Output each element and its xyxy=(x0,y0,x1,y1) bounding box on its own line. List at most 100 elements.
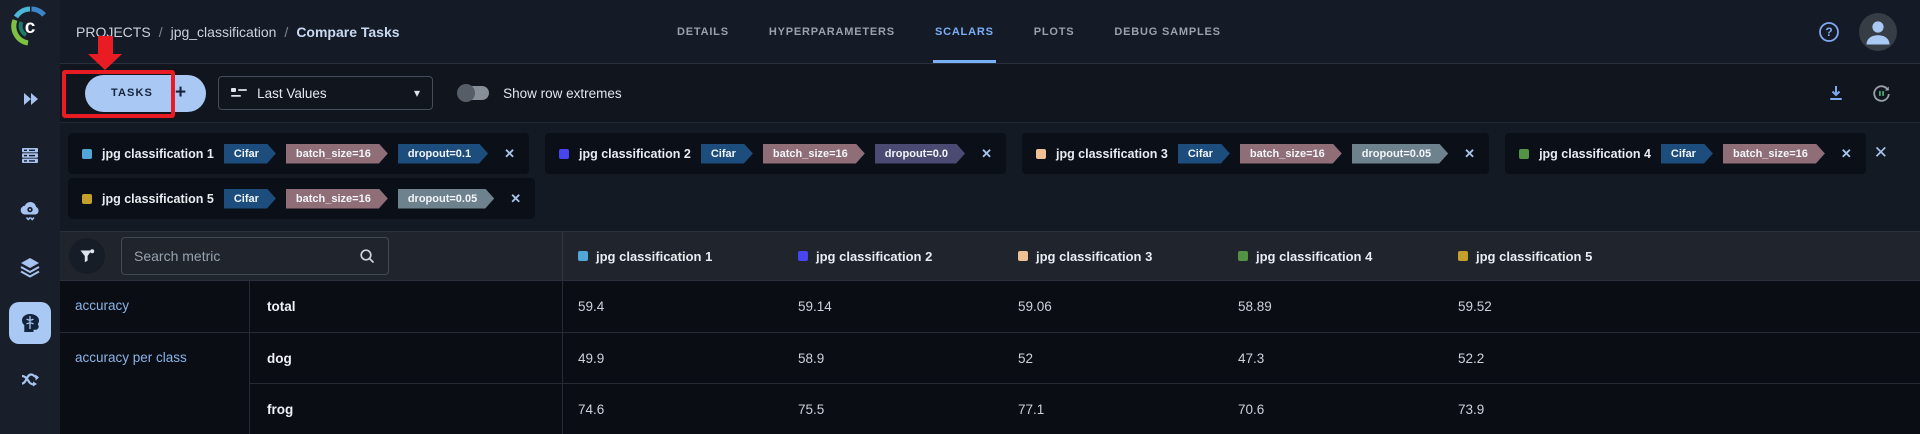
breadcrumb-separator: / xyxy=(284,24,288,40)
variant-cell: total xyxy=(250,281,563,332)
value-cell: 59.52 xyxy=(1443,281,1663,332)
task-chip-card[interactable]: jpg classification 1Cifarbatch_size=16dr… xyxy=(68,133,529,174)
task-name: jpg classification 2 xyxy=(579,147,691,161)
profile-avatar-icon[interactable] xyxy=(1858,12,1898,52)
task-name: jpg classification 3 xyxy=(1056,147,1168,161)
task-tag: dropout=0.05 xyxy=(1352,144,1448,164)
task-tag: Cifar xyxy=(224,144,276,164)
close-all-icon[interactable]: ✕ xyxy=(1874,143,1888,163)
tab-plots[interactable]: PLOTS xyxy=(1032,0,1077,63)
row-filler xyxy=(1663,332,1920,383)
remove-task-icon[interactable]: ✕ xyxy=(1464,146,1475,162)
task-chip-card[interactable]: jpg classification 3 Cifar batch_size=16 dr… xyxy=(1022,133,1489,174)
task-color-swatch xyxy=(559,149,569,159)
breadcrumb-item[interactable]: PROJECTS xyxy=(76,24,151,40)
filter-button[interactable] xyxy=(69,238,105,274)
task-chip-card[interactable]: jpg classification 4Cifarbatch_size=16✕ xyxy=(1505,133,1866,174)
values-mode-value: Last Values xyxy=(257,86,414,101)
values-mode-dropdown[interactable]: Last Values ▾ xyxy=(218,76,433,110)
sidebar-item-datasets[interactable] xyxy=(9,246,51,288)
autoscaler-cloud-gear-icon xyxy=(18,200,42,222)
search-metric-input[interactable] xyxy=(134,248,359,264)
toolbar: TASKS + Last Values ▾ Show row extremes xyxy=(60,64,1920,123)
value-cell: 74.6 xyxy=(563,383,783,434)
sidebar-item-getting-started[interactable] xyxy=(9,78,51,120)
search-metric-field[interactable] xyxy=(121,237,389,275)
task-color-swatch xyxy=(1458,251,1468,261)
remove-task-icon[interactable]: ✕ xyxy=(981,146,992,162)
task-chip-row: jpg classification 5Cifarbatch_size=16dr… xyxy=(68,178,1920,219)
task-tag: Cifar xyxy=(1178,144,1230,164)
filter-funnel-icon xyxy=(79,248,95,264)
value-cell: 59.4 xyxy=(563,281,783,332)
task-tag: batch_size=16 xyxy=(763,144,865,164)
task-chip-card[interactable]: jpg classification 5Cifarbatch_size=16dr… xyxy=(68,178,535,219)
sidebar-item-pipelines[interactable] xyxy=(9,358,51,400)
metric-link[interactable]: accuracy xyxy=(60,281,250,332)
download-icon[interactable] xyxy=(1827,84,1845,102)
row-filler xyxy=(1663,383,1920,434)
task-color-swatch xyxy=(578,251,588,261)
sidebar-item-autoscalers[interactable] xyxy=(9,190,51,232)
sidebar-item-workers-queues[interactable] xyxy=(9,134,51,176)
row-filler xyxy=(1663,281,1920,332)
search-icon xyxy=(359,248,376,265)
task-tag: dropout=0.05 xyxy=(398,189,494,209)
variant-cell: dog xyxy=(250,332,563,383)
task-chips: jpg classification 1Cifarbatch_size=16dr… xyxy=(68,133,1920,219)
help-icon[interactable]: ? xyxy=(1818,21,1840,43)
value-cell: 52.2 xyxy=(1443,332,1663,383)
task-color-swatch xyxy=(1036,149,1046,159)
remove-task-icon[interactable]: ✕ xyxy=(1841,146,1852,162)
value-cell: 59.06 xyxy=(1003,281,1223,332)
task-tag: dropout=0.0 xyxy=(875,144,965,164)
tab-details[interactable]: DETAILS xyxy=(675,0,731,63)
sidebar-item-projects-active[interactable] xyxy=(9,302,51,344)
table-body: accuracytotal59.459.1459.0658.8959.52acc… xyxy=(60,281,1920,434)
show-row-extremes-toggle[interactable] xyxy=(459,86,489,100)
task-tag: batch_size=16 xyxy=(286,144,388,164)
toggle-knob xyxy=(457,84,475,102)
tab-scalars[interactable]: SCALARS xyxy=(933,0,996,63)
value-cell: 59.14 xyxy=(783,281,1003,332)
value-cell: 70.6 xyxy=(1223,383,1443,434)
task-tag: batch_size=16 xyxy=(1240,144,1342,164)
column-header: jpg classification 4 xyxy=(1223,232,1443,280)
sidebar: c xyxy=(0,0,60,434)
metric-link[interactable]: accuracy per class xyxy=(60,332,250,434)
show-row-extremes-label: Show row extremes xyxy=(503,86,622,101)
task-tag: batch_size=16 xyxy=(1723,144,1825,164)
add-task-button[interactable]: + xyxy=(173,82,206,104)
column-label: jpg classification 2 xyxy=(816,249,932,264)
task-tag: batch_size=16 xyxy=(286,189,388,209)
tab-debug-samples[interactable]: DEBUG SAMPLES xyxy=(1112,0,1222,63)
breadcrumb-separator: / xyxy=(159,24,163,40)
column-header: jpg classification 3 xyxy=(1003,232,1223,280)
main-area: PROJECTS / jpg_classification / Compare Task… xyxy=(60,0,1920,434)
value-cell: 47.3 xyxy=(1223,332,1443,383)
svg-text:c: c xyxy=(25,17,36,38)
breadcrumb-item[interactable]: Compare Tasks xyxy=(296,24,399,40)
breadcrumb-item[interactable]: jpg_classification xyxy=(171,24,277,40)
variant-cell: frog xyxy=(250,383,563,434)
auto-refresh-icon[interactable] xyxy=(1871,83,1892,104)
remove-task-icon[interactable]: ✕ xyxy=(510,191,521,207)
task-color-swatch xyxy=(82,194,92,204)
clearml-logo-icon[interactable]: c xyxy=(8,4,52,48)
toolbar-icons xyxy=(1827,83,1920,104)
table-header-filler xyxy=(1663,232,1920,280)
task-chip-card[interactable]: jpg classification 2 Cifar batch_size=16 dr… xyxy=(545,133,1006,174)
remove-task-icon[interactable]: ✕ xyxy=(504,146,515,162)
tab-bar: DETAILS HYPERPARAMETERS SCALARS PLOTS DEBUG … xyxy=(675,0,1223,63)
tab-hyperparameters[interactable]: HYPERPARAMETERS xyxy=(767,0,897,63)
annotation-arrow-head xyxy=(88,54,122,70)
chevron-down-icon: ▾ xyxy=(414,86,420,100)
task-color-swatch xyxy=(1018,251,1028,261)
column-label: jpg classification 1 xyxy=(596,249,712,264)
task-color-swatch xyxy=(1238,251,1248,261)
task-tag: Cifar xyxy=(1661,144,1713,164)
task-color-swatch xyxy=(798,251,808,261)
column-label: jpg classification 5 xyxy=(1476,249,1592,264)
annotation-highlight-box xyxy=(62,70,175,118)
task-tag: Cifar xyxy=(701,144,753,164)
